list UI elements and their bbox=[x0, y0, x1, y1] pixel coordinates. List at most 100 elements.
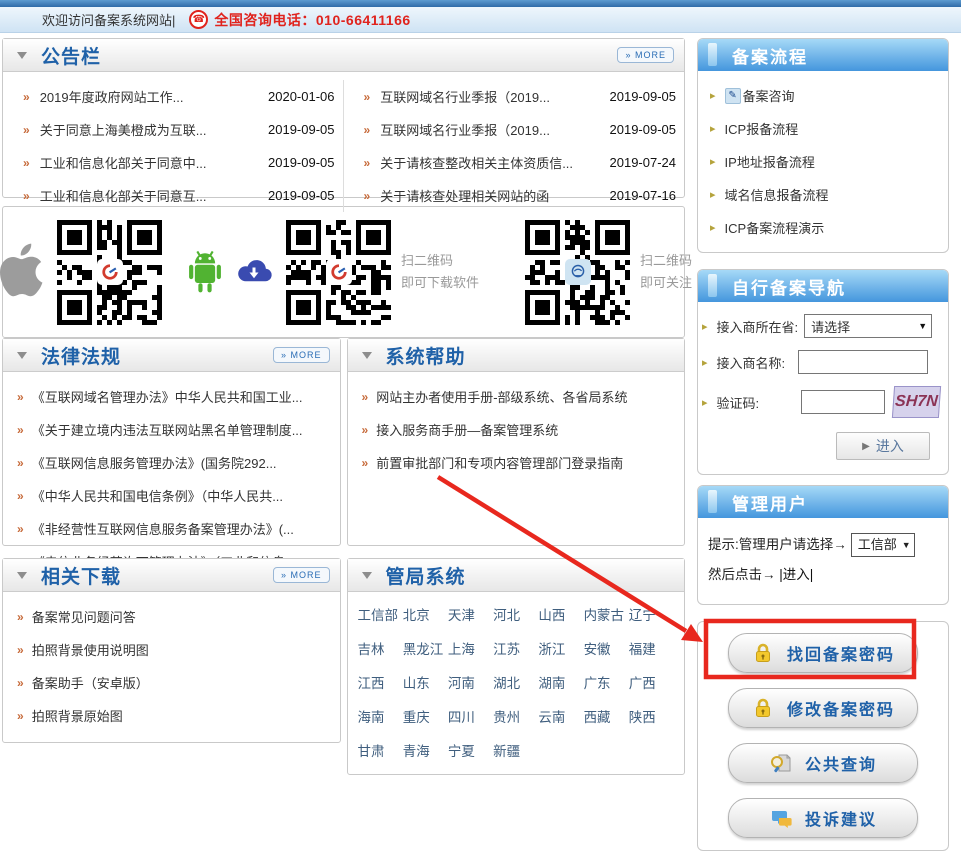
hotline-number: 010-66411166 bbox=[316, 12, 411, 28]
list-item[interactable]: »《中华人民共和国电信条例》（中华人民共... bbox=[9, 479, 334, 512]
announcement-panel: 公告栏 » MORE »2019年度政府网站工作...2020-01-06 »关… bbox=[2, 38, 685, 198]
admin-select[interactable]: 工信部▼ bbox=[851, 533, 915, 557]
arrow-bullet-icon: » bbox=[364, 90, 371, 104]
chat-icon bbox=[769, 806, 793, 830]
bureau-grid: 工信部 北京 天津 河北 山西 内蒙古 辽宁 吉林 黑龙江 上海 江苏 浙江 安… bbox=[348, 592, 685, 774]
chevron-bullet-icon: ▸ bbox=[710, 221, 716, 234]
list-item[interactable]: »接入服务商手册—备案管理系统 bbox=[354, 413, 679, 446]
bureau-link[interactable]: 吉林 bbox=[358, 638, 403, 658]
list-item[interactable]: »拍照背景使用说明图 bbox=[9, 633, 334, 666]
qr-center-logo-icon bbox=[326, 259, 352, 285]
list-item[interactable]: »关于请核查整改相关主体资质信...2019-07-24 bbox=[344, 146, 685, 179]
list-item[interactable]: »互联网域名行业季报（2019...2019-09-05 bbox=[344, 113, 685, 146]
help-header: 系统帮助 bbox=[348, 339, 685, 372]
bureaus-title: 管局系统 bbox=[386, 562, 466, 589]
list-item[interactable]: »关于请核查处理相关网站的函2019-07-16 bbox=[344, 179, 685, 212]
bureau-link[interactable]: 北京 bbox=[403, 604, 448, 624]
chevron-bullet-icon: ▸ bbox=[702, 356, 708, 369]
process-item-domain[interactable]: ▸域名信息报备流程 bbox=[698, 178, 948, 211]
list-item[interactable]: »前置审批部门和专项内容管理部门登录指南 bbox=[354, 446, 679, 479]
bureau-link[interactable]: 山西 bbox=[538, 604, 583, 624]
find-password-button[interactable]: 找回备案密码 bbox=[728, 633, 918, 673]
laws-more-button[interactable]: » MORE bbox=[273, 347, 330, 363]
province-select[interactable]: 请选择 ▼ bbox=[804, 314, 932, 338]
bureau-link[interactable]: 四川 bbox=[448, 706, 493, 726]
process-panel: 备案流程 ▸ ✎ 备案咨询 ▸ICP报备流程 ▸IP地址报备流程 ▸域名信息报备… bbox=[697, 38, 949, 253]
triangle-down-icon bbox=[362, 352, 372, 359]
public-query-button[interactable]: 公共查询 bbox=[728, 743, 918, 783]
list-item[interactable]: »工业和信息化部关于同意中...2019-09-05 bbox=[3, 146, 343, 179]
lock-icon bbox=[751, 641, 775, 665]
downloads-more-button[interactable]: » MORE bbox=[273, 567, 330, 583]
arrow-bullet-icon: » bbox=[23, 90, 30, 104]
process-item-icp[interactable]: ▸ICP报备流程 bbox=[698, 112, 948, 145]
bureau-link[interactable]: 内蒙古 bbox=[584, 604, 629, 624]
list-item[interactable]: »备案常见问题问答 bbox=[9, 600, 334, 633]
bureau-link[interactable]: 安徽 bbox=[584, 638, 629, 658]
help-title: 系统帮助 bbox=[386, 342, 466, 369]
arrow-bullet-icon: » bbox=[17, 610, 24, 624]
bureau-link[interactable]: 浙江 bbox=[538, 638, 583, 658]
process-title: 备案流程 bbox=[732, 43, 808, 68]
bureau-link[interactable]: 广西 bbox=[629, 672, 674, 692]
bureau-link[interactable]: 辽宁 bbox=[629, 604, 674, 624]
bureau-link[interactable]: 重庆 bbox=[403, 706, 448, 726]
arrow-bullet-icon: » bbox=[17, 709, 24, 723]
captcha-input[interactable] bbox=[801, 390, 885, 414]
bureau-link[interactable]: 贵州 bbox=[493, 706, 538, 726]
bureau-link[interactable]: 西藏 bbox=[584, 706, 629, 726]
bureau-link[interactable]: 河北 bbox=[493, 604, 538, 624]
triangle-down-icon bbox=[362, 572, 372, 579]
bureau-link[interactable]: 天津 bbox=[448, 604, 493, 624]
arrow-bullet-icon: » bbox=[17, 676, 24, 690]
bureau-link[interactable]: 青海 bbox=[403, 740, 448, 760]
process-item-demo[interactable]: ▸ICP备案流程演示 bbox=[698, 211, 948, 244]
bureau-link[interactable]: 湖南 bbox=[538, 672, 583, 692]
bureau-link[interactable]: 江西 bbox=[358, 672, 403, 692]
bureau-link[interactable]: 河南 bbox=[448, 672, 493, 692]
laws-header: 法律法规 » MORE bbox=[3, 339, 340, 372]
bureau-link[interactable]: 上海 bbox=[448, 638, 493, 658]
bureau-link[interactable]: 广东 bbox=[584, 672, 629, 692]
bureau-link[interactable]: 福建 bbox=[629, 638, 674, 658]
bureau-link[interactable]: 黑龙江 bbox=[403, 638, 448, 658]
list-item[interactable]: »拍照背景原始图 bbox=[9, 699, 334, 732]
downloads-panel: 相关下载 » MORE »备案常见问题问答 »拍照背景使用说明图 »备案助手（安… bbox=[2, 558, 341, 743]
list-item[interactable]: »《互联网信息服务管理办法》(国务院292... bbox=[9, 446, 334, 479]
bureau-link[interactable]: 江苏 bbox=[493, 638, 538, 658]
list-item[interactable]: »《非经营性互联网信息服务备案管理办法》(... bbox=[9, 512, 334, 545]
selfnav-enter-button[interactable]: ▶ 进入 bbox=[836, 432, 930, 460]
top-strip bbox=[0, 0, 961, 7]
bureau-link[interactable]: 工信部 bbox=[358, 604, 403, 624]
announcement-more-button[interactable]: » MORE bbox=[617, 47, 674, 63]
bureau-link[interactable]: 海南 bbox=[358, 706, 403, 726]
arrow-bullet-icon: » bbox=[364, 123, 371, 137]
arrow-bullet-icon: » bbox=[17, 489, 24, 503]
bureau-link[interactable]: 山东 bbox=[403, 672, 448, 692]
list-item[interactable]: »工业和信息化部关于同意互...2019-09-05 bbox=[3, 179, 343, 212]
list-item[interactable]: »《关于建立境内违法互联网站黑名单管理制度... bbox=[9, 413, 334, 446]
list-item[interactable]: »2019年度政府网站工作...2020-01-06 bbox=[3, 80, 343, 113]
complaint-button[interactable]: 投诉建议 bbox=[728, 798, 918, 838]
list-item[interactable]: »网站主办者使用手册-部级系统、各省局系统 bbox=[354, 380, 679, 413]
province-label: 接入商所在省: bbox=[717, 317, 799, 336]
admin-enter-link[interactable]: |进入| bbox=[779, 567, 813, 582]
laws-title: 法律法规 bbox=[41, 342, 121, 369]
list-item[interactable]: »关于同意上海美橙成为互联...2019-09-05 bbox=[3, 113, 343, 146]
bureau-link[interactable]: 宁夏 bbox=[448, 740, 493, 760]
list-item[interactable]: »备案助手（安卓版） bbox=[9, 666, 334, 699]
bureau-link[interactable]: 新疆 bbox=[493, 740, 538, 760]
bureau-link[interactable]: 甘肃 bbox=[358, 740, 403, 760]
isp-input[interactable] bbox=[798, 350, 928, 374]
process-item-consult[interactable]: ▸ ✎ 备案咨询 bbox=[698, 79, 948, 112]
list-item[interactable]: »互联网域名行业季报（2019...2019-09-05 bbox=[344, 80, 685, 113]
arrow-bullet-icon: » bbox=[17, 522, 24, 536]
list-item[interactable]: »《互联网域名管理办法》中华人民共和国工业... bbox=[9, 380, 334, 413]
bureau-link[interactable]: 湖北 bbox=[493, 672, 538, 692]
apple-logo-icon bbox=[0, 239, 47, 306]
change-password-button[interactable]: 修改备案密码 bbox=[728, 688, 918, 728]
captcha-image[interactable]: SH7N bbox=[892, 386, 941, 418]
bureau-link[interactable]: 陕西 bbox=[629, 706, 674, 726]
bureau-link[interactable]: 云南 bbox=[538, 706, 583, 726]
process-item-ip[interactable]: ▸IP地址报备流程 bbox=[698, 145, 948, 178]
